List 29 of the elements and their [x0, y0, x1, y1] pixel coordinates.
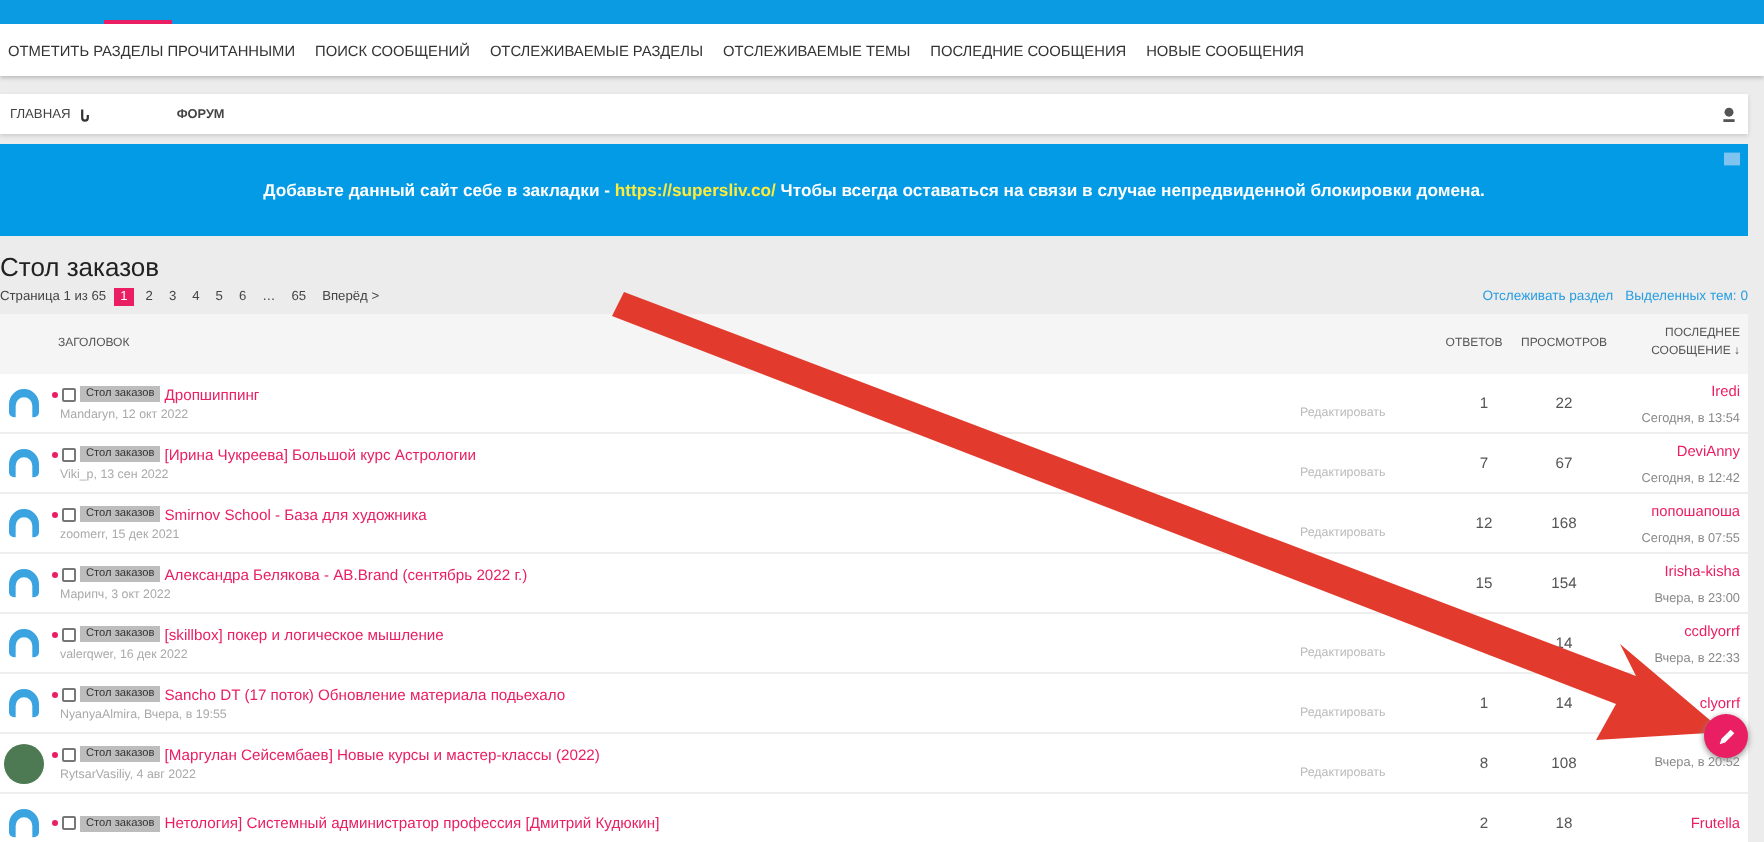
avatar-icon — [4, 623, 44, 663]
unread-dot-icon — [52, 451, 58, 457]
checkbox[interactable] — [62, 747, 76, 761]
site-link[interactable]: https://supersliv.co/ — [614, 180, 776, 200]
unread-dot-icon — [52, 511, 58, 517]
pencil-icon — [1715, 725, 1737, 747]
unread-dot-icon — [52, 820, 58, 826]
page-title: Стол заказов — [0, 252, 160, 282]
avatar-icon — [4, 683, 44, 723]
avatar-icon — [4, 503, 44, 543]
unread-dot-icon — [52, 751, 58, 757]
avatar-icon — [4, 563, 44, 603]
unread-dot-icon — [52, 571, 58, 577]
checkbox[interactable] — [62, 567, 76, 581]
checkbox[interactable] — [62, 447, 76, 461]
avatar-icon — [4, 383, 44, 423]
checkbox[interactable] — [62, 507, 76, 521]
separator-icon — [78, 107, 93, 121]
avatar-photo-placeholder — [4, 743, 44, 783]
unread-dot-icon — [52, 631, 58, 637]
notice-text: Добавьте данный сайт себе в закладки - https://supersliv.co/ Чтобы всегда оставаться на связи в случае непредвиденной блокировки домена. — [263, 180, 1485, 200]
checkbox[interactable] — [62, 816, 76, 830]
checkbox[interactable] — [62, 387, 76, 401]
unread-dot-icon — [52, 691, 58, 697]
checkbox[interactable] — [62, 627, 76, 641]
avatar-icon — [4, 443, 44, 483]
unread-dot-icon — [52, 391, 58, 397]
checkbox[interactable] — [62, 687, 76, 701]
avatar-icon — [4, 803, 44, 842]
